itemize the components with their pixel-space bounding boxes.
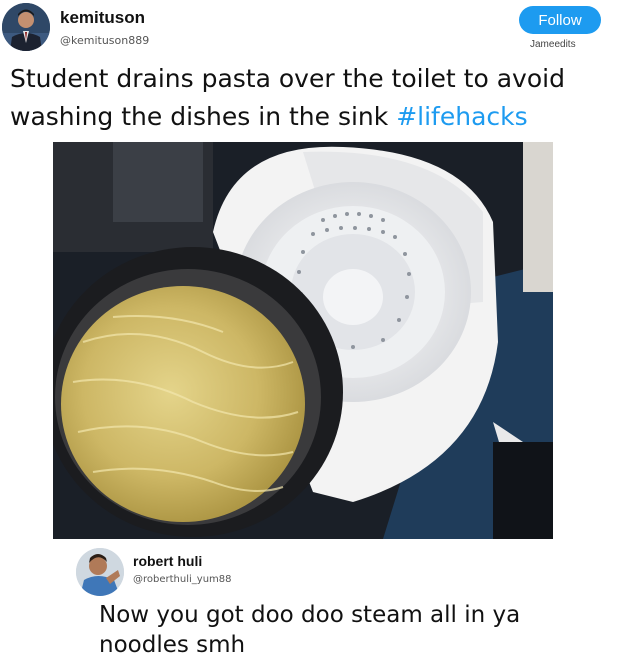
- reply-avatar[interactable]: [76, 548, 124, 596]
- pasta-over-toilet-icon: [53, 142, 553, 539]
- reply-author-name[interactable]: robert huli: [133, 553, 202, 569]
- post-photo[interactable]: [53, 142, 553, 539]
- reply-author-handle[interactable]: @roberthuli_yum88: [133, 574, 232, 585]
- reply-text: Now you got doo doo steam all in ya nood…: [99, 602, 521, 658]
- author-avatar[interactable]: [2, 3, 50, 51]
- hashtag-link[interactable]: #lifehacks: [396, 102, 527, 131]
- man-in-suit-icon: [2, 3, 50, 51]
- follow-button[interactable]: Follow: [519, 6, 601, 34]
- author-handle[interactable]: @kemituson889: [60, 34, 149, 47]
- watermark: Jameedits: [530, 39, 576, 50]
- author-name[interactable]: kemituson: [60, 8, 145, 28]
- meme-screenshot: kemituson @kemituson889 Follow Jameedits…: [0, 0, 617, 662]
- man-in-blue-shirt-icon: [76, 548, 124, 596]
- post-text: Student drains pasta over the toilet to …: [10, 60, 610, 136]
